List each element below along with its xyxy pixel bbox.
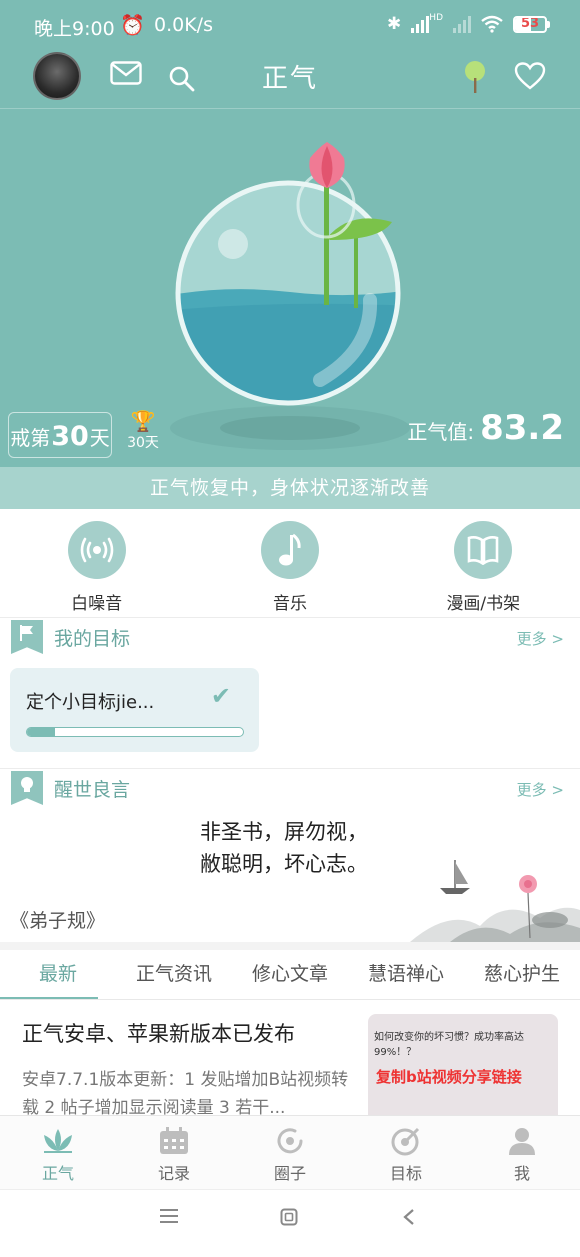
goals-section-header: 我的目标 更多 >: [0, 618, 580, 658]
music-button[interactable]: 音乐: [220, 509, 360, 617]
battery-icon: 53: [513, 15, 550, 33]
news-item[interactable]: 正气安卓、苹果新版本已发布 安卓7.7.1版本更新：1 发贴增加B站视频转载 2…: [0, 1000, 580, 1124]
zhengqi-value-number: 83.2: [480, 408, 564, 448]
quote-source: 《弟子规》: [10, 910, 106, 932]
signal-2-icon: [453, 15, 471, 33]
flag-icon: [11, 620, 43, 654]
quote-section-header: 醒世良言 更多 >: [0, 769, 580, 809]
back-icon[interactable]: [402, 1208, 416, 1230]
music-label: 音乐: [272, 594, 307, 614]
person-icon: [464, 1124, 580, 1158]
menu-icon[interactable]: [160, 1208, 178, 1228]
tabbar-records[interactable]: 记录: [116, 1116, 232, 1189]
wifi-icon: [481, 15, 503, 33]
goal-progress-fill: [27, 728, 56, 736]
tab-latest[interactable]: 最新: [0, 950, 116, 1000]
tabbar-label: 目标: [389, 1164, 422, 1183]
tabbar-label: 记录: [157, 1164, 190, 1183]
streak-days-number: 30: [51, 421, 89, 452]
quote-card[interactable]: 非圣书，屏勿视， 敝聪明，坏心志。 《弟子规》: [0, 812, 580, 942]
home-icon[interactable]: [280, 1208, 298, 1230]
tab-news[interactable]: 正气资讯: [116, 950, 232, 1000]
zhengqi-value-label: 正气值:: [407, 420, 475, 444]
tabbar-me[interactable]: 我: [464, 1116, 580, 1189]
target-icon: [348, 1124, 464, 1158]
thumbnail-caption: 如何改变你的坏习惯？成功率高达99%！？: [374, 1032, 524, 1058]
quote-more-link[interactable]: 更多 >: [517, 779, 564, 800]
tree-icon[interactable]: [463, 60, 487, 94]
trophy-icon: 🏆: [130, 409, 156, 433]
news-tabs: 最新 正气资讯 修心文章 慧语禅心 慈心护生: [0, 950, 580, 1000]
radio-waves-icon: [67, 521, 126, 579]
calendar-icon: [116, 1124, 232, 1158]
tabbar-zhengqi[interactable]: 正气: [0, 1116, 116, 1189]
news-thumbnail: 如何改变你的坏习惯？成功率高达99%！？ 复制b站视频分享链接: [368, 1014, 558, 1124]
tabbar-label: 正气: [41, 1164, 74, 1183]
status-bar: 晚上9:00 ⏰ 0.0K/s ✱ HD 53: [0, 0, 580, 52]
lightbulb-icon: [11, 771, 43, 805]
app-header: 正气: [0, 52, 580, 108]
book-icon: [454, 521, 513, 579]
white-noise-button[interactable]: 白噪音: [27, 509, 167, 617]
section-gap: [0, 942, 580, 950]
quote-text: 非圣书，屏勿视， 敝聪明，坏心志。: [200, 816, 368, 880]
comics-bookshelf-label: 漫画/书架: [446, 594, 521, 614]
quote-line-1: 非圣书，屏勿视，: [200, 820, 368, 844]
system-navigation-bar: [0, 1189, 580, 1257]
white-noise-label: 白噪音: [71, 594, 123, 614]
tabbar-label: 圈子: [273, 1164, 306, 1183]
page-title: 正气: [261, 64, 318, 94]
news-title: 正气安卓、苹果新版本已发布: [22, 1022, 295, 1046]
battery-percent: 53: [520, 15, 540, 31]
zhengqi-value: 正气值: 83.2: [407, 408, 564, 448]
quote-line-2: 敝聪明，坏心志。: [200, 852, 368, 876]
status-time: 晚上9:00: [34, 18, 115, 40]
tabbar-circle[interactable]: 圈子: [232, 1116, 348, 1189]
bottom-tab-bar: 正气 记录 圈子 目标 我: [0, 1115, 580, 1189]
music-note-icon: [260, 521, 319, 579]
tabbar-label: 我: [513, 1164, 530, 1183]
goal-progress-bar: [26, 727, 244, 737]
streak-suffix: 天: [89, 426, 110, 450]
thumbnail-highlight: 复制b站视频分享链接: [376, 1068, 522, 1086]
news-summary: 安卓7.7.1版本更新：1 发贴增加B站视频转载 2 帖子增加显示阅读量 3 若…: [22, 1070, 349, 1118]
tab-wisdom[interactable]: 慧语禅心: [348, 950, 464, 1000]
trophy-badge[interactable]: 🏆 30天: [124, 410, 162, 452]
streak-days-badge[interactable]: 戒第 30 天: [8, 412, 112, 458]
goal-card[interactable]: 定个小目标jie... ✔: [10, 668, 259, 752]
lotus-icon: [0, 1124, 116, 1158]
goals-title: 我的目标: [54, 628, 131, 650]
tabbar-goals[interactable]: 目标: [348, 1116, 464, 1189]
quote-title: 醒世良言: [54, 779, 131, 801]
circle-refresh-icon: [232, 1124, 348, 1158]
heart-icon[interactable]: [514, 62, 546, 90]
goals-more-link[interactable]: 更多 >: [517, 628, 564, 649]
header-divider: [0, 108, 580, 109]
goal-name: 定个小目标jie...: [26, 692, 155, 713]
tab-articles[interactable]: 修心文章: [232, 950, 348, 1000]
comics-bookshelf-button[interactable]: 漫画/书架: [413, 509, 553, 617]
quick-actions: 白噪音 音乐 漫画/书架: [0, 509, 580, 617]
streak-prefix: 戒第: [10, 426, 51, 450]
trophy-label: 30天: [127, 435, 159, 451]
bluetooth-icon: ✱: [387, 14, 402, 34]
network-type-label: HD: [429, 13, 443, 23]
alarm-icon: ⏰: [120, 13, 145, 37]
check-icon[interactable]: ✔: [211, 682, 231, 710]
signal-icon: [411, 15, 430, 33]
tab-compassion[interactable]: 慈心护生: [464, 950, 580, 1000]
status-network-speed: 0.0K/s: [154, 14, 213, 36]
status-banner: 正气恢复中，身体状况逐渐改善: [0, 467, 580, 509]
ink-painting-decoration: [410, 860, 580, 942]
